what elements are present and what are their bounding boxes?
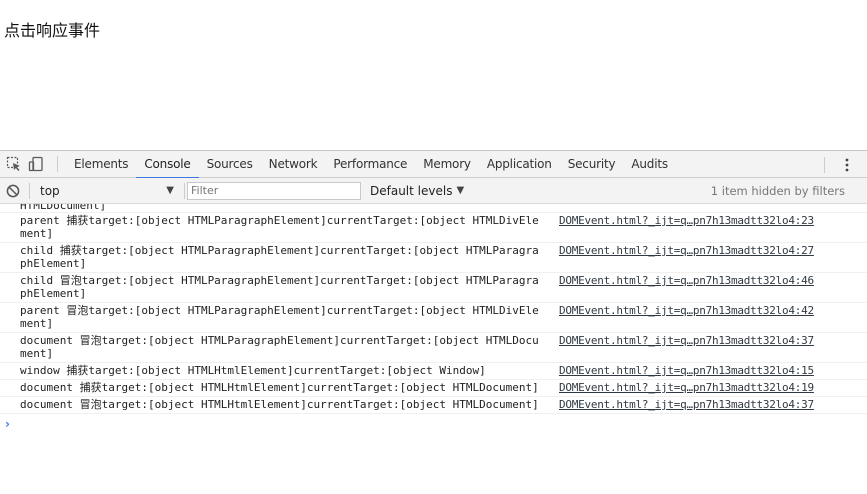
console-message: document 冒泡target:[object HTMLHtmlElemen… [0,397,867,414]
console-toolbar: top ▼ Default levels ▼ 1 item hidden by … [0,178,867,204]
hidden-items-info[interactable]: 1 item hidden by filters [711,178,845,204]
devtools-tabs: Elements Console Sources Network Perform… [66,151,676,179]
toolbar-divider [29,182,30,199]
message-text[interactable]: document 冒泡target:[object HTMLParagraphE… [20,334,540,360]
tab-security[interactable]: Security [560,151,624,178]
message-source-link[interactable]: DOMEvent.html?_ijt=q…pn7h13madtt32lo4:23 [559,214,814,227]
message-source-link[interactable]: DOMEvent.html?_ijt=q…pn7h13madtt32lo4:15 [559,364,814,377]
device-toolbar-icon[interactable] [27,155,45,173]
message-source-link[interactable]: DOMEvent.html?_ijt=q…pn7h13madtt32lo4:46 [559,274,814,287]
more-menu-icon[interactable] [837,155,857,175]
page-text[interactable]: 点击响应事件 [4,17,100,41]
message-text: HTMLDocument] [20,204,107,212]
message-source-link[interactable]: DOMEvent.html?_ijt=q…pn7h13madtt32lo4:19 [559,381,814,394]
tab-audits[interactable]: Audits [623,151,676,178]
toolbar-divider [824,156,825,173]
chevron-down-icon: ▼ [456,185,465,196]
message-text[interactable]: child 捕获target:[object HTMLParagraphElem… [20,244,540,270]
chevron-down-icon: ▼ [166,185,174,196]
devtools-tabbar: Elements Console Sources Network Perform… [0,151,867,179]
log-levels-label: Default levels [370,183,453,198]
console-message-partial: HTMLDocument] [0,204,867,213]
console-message: document 冒泡target:[object HTMLParagraphE… [0,333,867,363]
console-message: parent 捕获target:[object HTMLParagraphEle… [0,213,867,243]
toolbar-divider [57,156,58,172]
tab-memory[interactable]: Memory [415,151,479,178]
console-message: parent 冒泡target:[object HTMLParagraphEle… [0,303,867,333]
filter-input[interactable] [187,181,361,200]
message-text[interactable]: parent 捕获target:[object HTMLParagraphEle… [20,214,540,240]
console-message: document 捕获target:[object HTMLHtmlElemen… [0,380,867,397]
toolbar-divider [184,182,185,199]
console-prompt-icon: › [5,417,10,431]
tab-sources[interactable]: Sources [199,151,261,178]
message-text[interactable]: window 捕获target:[object HTMLHtmlElement]… [20,364,540,377]
tabbar-right [824,151,867,178]
clear-console-icon[interactable] [5,183,21,199]
tab-network[interactable]: Network [261,151,326,178]
message-source-link[interactable]: DOMEvent.html?_ijt=q…pn7h13madtt32lo4:42 [559,304,814,317]
log-levels-dropdown[interactable]: Default levels ▼ [370,184,464,198]
console-message: child 捕获target:[object HTMLParagraphElem… [0,243,867,273]
message-source-link[interactable]: DOMEvent.html?_ijt=q…pn7h13madtt32lo4:37 [559,398,814,411]
inspect-element-icon[interactable] [5,155,23,173]
tab-performance[interactable]: Performance [325,151,415,178]
context-value: top [40,183,60,198]
devtools-panel: Elements Console Sources Network Perform… [0,150,867,494]
message-text[interactable]: parent 冒泡target:[object HTMLParagraphEle… [20,304,540,330]
console-messages: HTMLDocument] parent 捕获target:[object HT… [0,204,867,494]
tab-console[interactable]: Console [136,151,199,179]
tab-application[interactable]: Application [479,151,560,178]
message-text[interactable]: document 冒泡target:[object HTMLHtmlElemen… [20,398,540,411]
message-text[interactable]: child 冒泡target:[object HTMLParagraphElem… [20,274,540,300]
message-source-link[interactable]: DOMEvent.html?_ijt=q…pn7h13madtt32lo4:37 [559,334,814,347]
message-text[interactable]: document 捕获target:[object HTMLHtmlElemen… [20,381,540,394]
console-prompt[interactable]: › [0,414,867,434]
context-selector[interactable]: top ▼ [38,182,176,200]
console-message: child 冒泡target:[object HTMLParagraphElem… [0,273,867,303]
message-source-link[interactable]: DOMEvent.html?_ijt=q…pn7h13madtt32lo4:27 [559,244,814,257]
tab-elements[interactable]: Elements [66,151,136,178]
console-message: window 捕获target:[object HTMLHtmlElement]… [0,363,867,380]
